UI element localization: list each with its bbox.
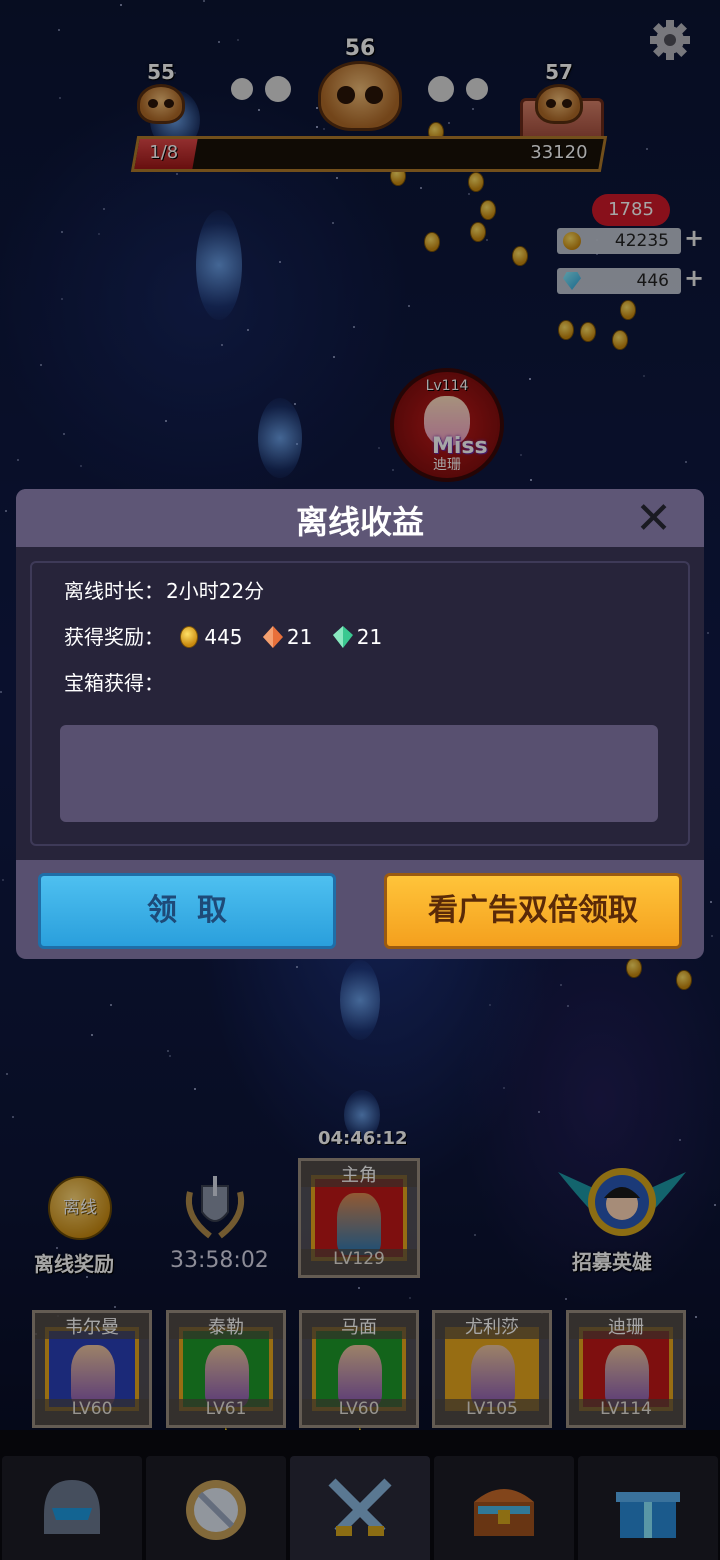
offline-duration-row: 离线时长： 2小时22分 — [64, 575, 264, 604]
reward-gold: 445 — [204, 625, 243, 649]
dialog-body: 离线时长： 2小时22分 获得奖励： 445 21 21 宝箱获得： — [16, 547, 704, 860]
claim-button[interactable]: 领取 — [38, 873, 336, 949]
reward-label: 获得奖励： — [64, 625, 164, 649]
reward-green-gem: 21 — [356, 625, 383, 649]
duration-value: 2小时22分 — [166, 579, 265, 603]
close-icon[interactable]: ✕ — [635, 495, 672, 543]
watch-ad-double-button[interactable]: 看广告双倍领取 — [384, 873, 682, 949]
orange-gem-icon — [262, 626, 283, 648]
gold-coin-icon — [180, 626, 199, 648]
offline-earnings-dialog: 离线收益 ✕ 离线时长： 2小时22分 获得奖励： 445 21 21 宝箱获得：… — [16, 489, 704, 959]
green-gem-icon — [332, 626, 353, 648]
duration-label: 离线时长： — [64, 579, 164, 603]
chest-row: 宝箱获得： — [64, 667, 164, 696]
chest-reward-box — [60, 725, 658, 822]
dialog-title: 离线收益 — [295, 503, 424, 541]
reward-orange-gem: 21 — [286, 625, 313, 649]
dialog-header: 离线收益 ✕ — [16, 489, 704, 547]
chest-label: 宝箱获得： — [64, 671, 164, 695]
reward-row: 获得奖励： 445 21 21 — [64, 621, 382, 650]
